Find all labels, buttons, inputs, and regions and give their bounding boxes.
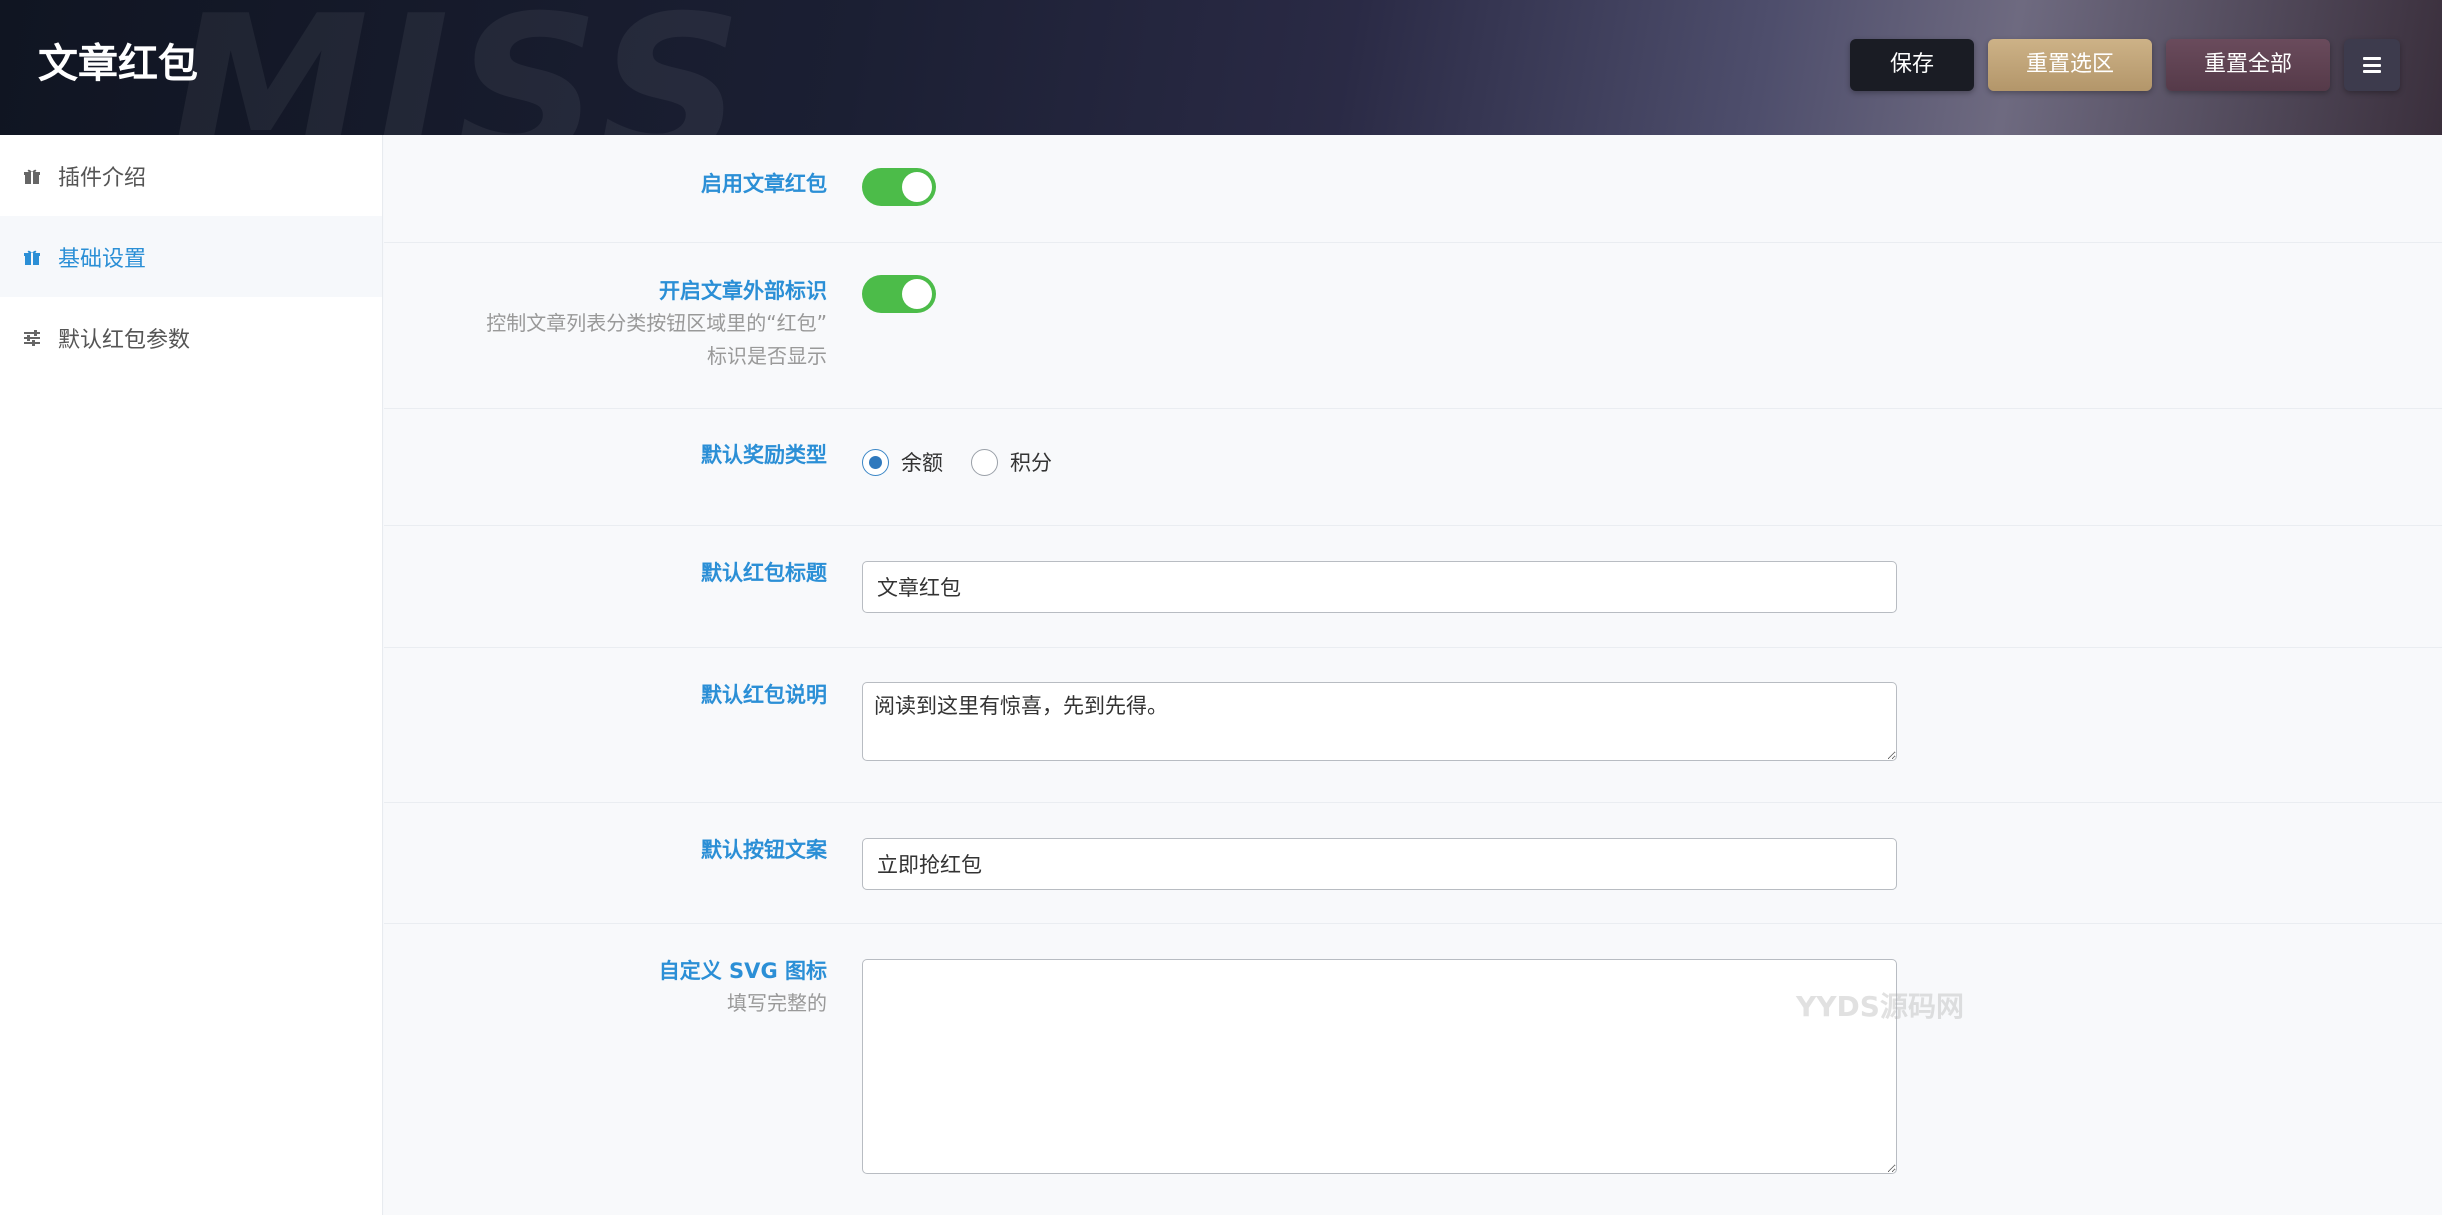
sidebar-item-label: 默认红包参数 [58, 327, 191, 353]
radio-checked-icon [862, 448, 889, 476]
sidebar-item-basic-settings[interactable]: 基础设置 [0, 216, 382, 297]
row-title: 默认红包标题 [384, 526, 2442, 648]
enable-label: 启用文章红包 [701, 172, 827, 196]
title-label: 默认红包标题 [701, 561, 827, 585]
external-mark-toggle[interactable] [862, 275, 936, 313]
svg-icon-desc: 填写完整的 [727, 991, 827, 1015]
header-actions: 保存 重置选区 重置全部 [1849, 39, 2400, 91]
row-reward-type: 默认奖励类型 余额 积分 [384, 409, 2442, 526]
header: MISS 文章红包 保存 重置选区 重置全部 [0, 0, 2442, 135]
gift-icon [22, 247, 42, 267]
hamburger-icon [2363, 57, 2381, 73]
enable-toggle[interactable] [862, 168, 936, 206]
radio-unchecked-icon [971, 448, 998, 476]
watermark: YYDS源码网 [1796, 990, 1964, 1023]
description-label: 默认红包说明 [701, 683, 827, 707]
page-title: 文章红包 [38, 41, 198, 87]
sliders-icon [22, 328, 42, 348]
sidebar: 插件介绍 基础设置 默认红包参数 [0, 135, 383, 1215]
row-button-text: 默认按钮文案 [384, 803, 2442, 924]
row-enable: 启用文章红包 [384, 135, 2442, 243]
save-button[interactable]: 保存 [1849, 39, 1974, 91]
row-description: 默认红包说明 阅读到这里有惊喜，先到先得。 [384, 648, 2442, 803]
menu-button[interactable] [2344, 39, 2400, 91]
row-external-mark: 开启文章外部标识 控制文章列表分类按钮区域里的“红包” 标识是否显示 [384, 243, 2442, 409]
title-input[interactable] [862, 561, 1897, 613]
reward-type-label: 默认奖励类型 [701, 443, 827, 467]
radio-points[interactable]: 积分 [971, 447, 1052, 477]
external-mark-desc-line2: 标识是否显示 [707, 344, 827, 368]
sidebar-item-label: 基础设置 [58, 246, 147, 272]
reset-all-button[interactable]: 重置全部 [2165, 39, 2330, 91]
external-mark-desc-line1: 控制文章列表分类按钮区域里的“红包” [486, 311, 827, 335]
header-watermark: MISS [170, 0, 749, 135]
reward-type-radio-group: 余额 积分 [862, 447, 1080, 477]
sidebar-item-default-params[interactable]: 默认红包参数 [0, 297, 382, 378]
settings-form: 启用文章红包 开启文章外部标识 控制文章列表分类按钮区域里的“红包” 标识是否显… [384, 135, 2442, 1215]
reset-section-button[interactable]: 重置选区 [1987, 39, 2152, 91]
radio-balance[interactable]: 余额 [862, 447, 943, 477]
sidebar-item-label: 插件介绍 [58, 165, 147, 191]
description-textarea[interactable]: 阅读到这里有惊喜，先到先得。 [862, 682, 1897, 761]
gift-icon [22, 166, 42, 186]
svg-icon-textarea[interactable] [862, 959, 1897, 1174]
external-mark-label: 开启文章外部标识 [659, 279, 827, 303]
button-text-input[interactable] [862, 838, 1897, 890]
sidebar-item-intro[interactable]: 插件介绍 [0, 135, 382, 216]
row-svg-icon: 自定义 SVG 图标 填写完整的 [384, 924, 2442, 1215]
button-text-label: 默认按钮文案 [701, 838, 827, 862]
svg-icon-label: 自定义 SVG 图标 [658, 959, 827, 983]
